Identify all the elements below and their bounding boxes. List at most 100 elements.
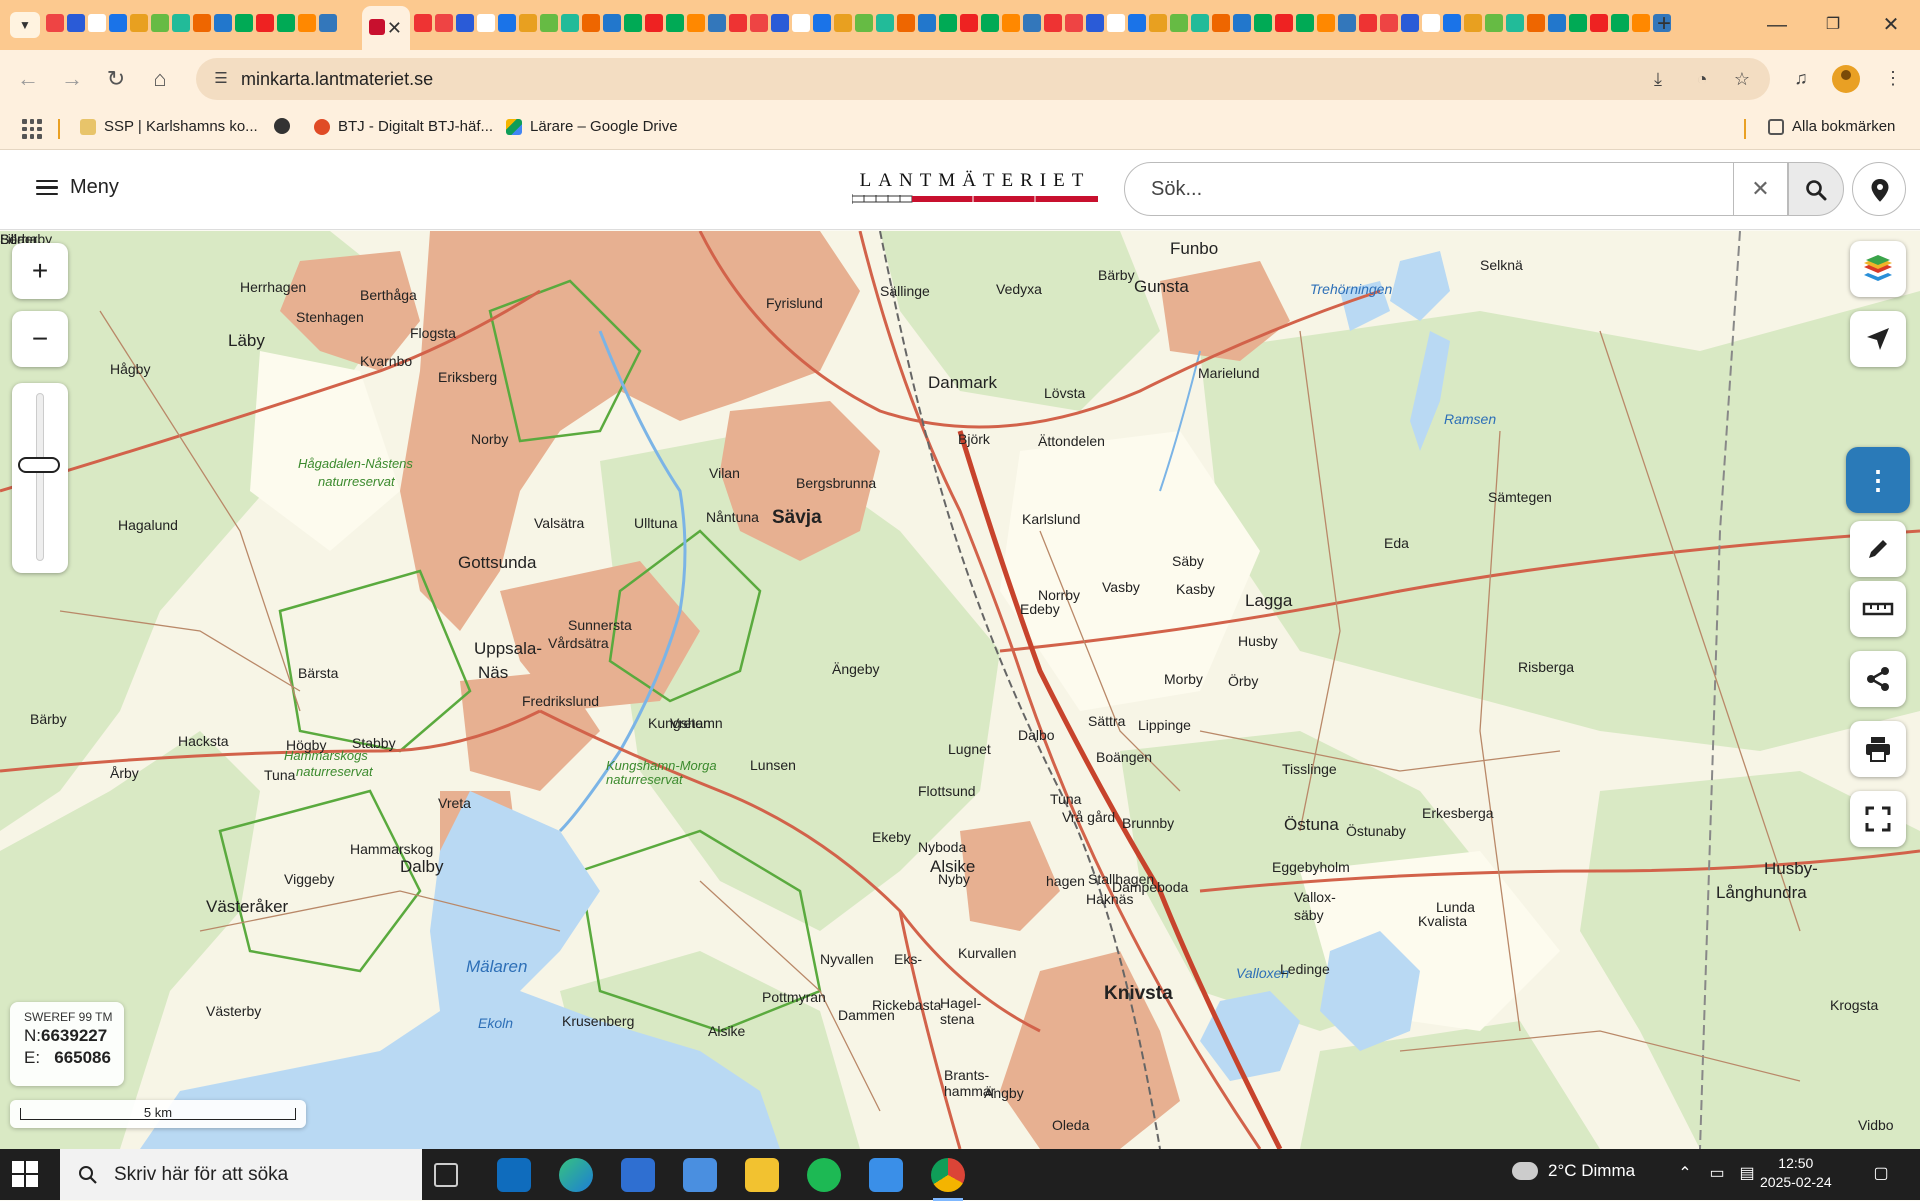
tab-favicon-icon[interactable] [645, 14, 663, 32]
notifications-icon[interactable]: ▢ [1870, 1163, 1892, 1185]
tab-favicon-icon[interactable] [1275, 14, 1293, 32]
zoom-in-button[interactable]: + [12, 243, 68, 299]
spotify-icon[interactable] [807, 1158, 841, 1192]
windows-start-icon[interactable] [12, 1161, 38, 1187]
close-window-icon[interactable]: ✕ [1876, 12, 1906, 38]
taskbar-clock[interactable]: 12:50 2025-02-24 [1760, 1154, 1832, 1192]
tab-favicon-icon[interactable] [1233, 14, 1251, 32]
tab-favicon-icon[interactable] [46, 14, 64, 32]
fullscreen-button[interactable] [1850, 791, 1906, 847]
tab-favicon-icon[interactable] [130, 14, 148, 32]
tab-favicon-icon[interactable] [960, 14, 978, 32]
tab-favicon-icon[interactable] [1170, 14, 1188, 32]
apps-grid-icon[interactable] [22, 119, 42, 139]
tab-favicon-icon[interactable] [918, 14, 936, 32]
tab-favicon-icon[interactable] [193, 14, 211, 32]
bookmark-globe[interactable] [274, 118, 290, 134]
tab-favicon-icon[interactable] [834, 14, 852, 32]
performance-icon[interactable]: ◔ [1690, 67, 1714, 91]
tab-favicon-icon[interactable] [561, 14, 579, 32]
bookmark-ssp[interactable]: SSP | Karlshamns ko... [80, 118, 258, 135]
network-icon[interactable]: ▤ [1736, 1163, 1758, 1185]
address-bar[interactable]: ☰ minkarta.lantmateriet.se ⤓ ◔ ☆ [196, 58, 1770, 100]
tab-favicon-icon[interactable] [1464, 14, 1482, 32]
tab-favicon-icon[interactable] [277, 14, 295, 32]
tab-favicon-icon[interactable] [1548, 14, 1566, 32]
search-input[interactable] [1149, 175, 1649, 203]
clear-search-button[interactable]: ✕ [1734, 162, 1788, 216]
tab-favicon-icon[interactable] [540, 14, 558, 32]
tab-favicon-icon[interactable] [477, 14, 495, 32]
tab-favicon-icon[interactable] [519, 14, 537, 32]
photos-icon[interactable] [869, 1158, 903, 1192]
close-tab-icon[interactable]: ✕ [387, 18, 402, 39]
print-button[interactable] [1850, 721, 1906, 777]
media-controls-icon[interactable]: ♫ [1788, 65, 1814, 91]
tab-favicon-icon[interactable] [813, 14, 831, 32]
tab-favicon-icon[interactable] [1086, 14, 1104, 32]
chevron-up-icon[interactable]: ⌃ [1674, 1163, 1696, 1185]
tab-favicon-icon[interactable] [1632, 14, 1650, 32]
navigate-button[interactable] [1850, 311, 1906, 367]
battery-icon[interactable]: ▭ [1706, 1163, 1728, 1185]
bookmark-google-drive[interactable]: Lärare – Google Drive [506, 118, 678, 135]
taskbar-search-box[interactable]: Skriv här för att söka [60, 1149, 422, 1200]
zoom-slider[interactable] [12, 383, 68, 573]
tab-favicon-icon[interactable] [1149, 14, 1167, 32]
site-info-icon[interactable]: ☰ [210, 68, 232, 90]
my-location-button[interactable] [1852, 162, 1906, 216]
tab-favicon-icon[interactable] [1527, 14, 1545, 32]
tab-favicon-icon[interactable] [214, 14, 232, 32]
bookmark-btj[interactable]: BTJ - Digitalt BTJ-häf... [314, 118, 493, 135]
zoom-out-button[interactable]: − [12, 311, 68, 367]
tab-favicon-icon[interactable] [88, 14, 106, 32]
tab-favicon-icon[interactable] [1380, 14, 1398, 32]
tab-favicon-icon[interactable] [1443, 14, 1461, 32]
install-app-icon[interactable]: ⤓ [1646, 67, 1670, 91]
tab-favicon-icon[interactable] [456, 14, 474, 32]
tab-favicon-icon[interactable] [1590, 14, 1608, 32]
search-button[interactable] [1788, 162, 1844, 216]
tab-favicon-icon[interactable] [298, 14, 316, 32]
tab-favicon-icon[interactable] [414, 14, 432, 32]
zoom-track[interactable] [36, 393, 44, 561]
tab-favicon-icon[interactable] [435, 14, 453, 32]
zoom-slider-thumb[interactable] [18, 457, 60, 473]
tab-favicon-icon[interactable] [67, 14, 85, 32]
store-icon[interactable] [621, 1158, 655, 1192]
tab-favicon-icon[interactable] [1317, 14, 1335, 32]
back-arrow-icon[interactable]: ← [14, 65, 42, 93]
new-tab-button[interactable]: + [1652, 12, 1676, 36]
tab-favicon-icon[interactable] [1422, 14, 1440, 32]
tab-favicon-icon[interactable] [708, 14, 726, 32]
menu-button[interactable]: Meny [36, 176, 119, 199]
outlook-icon[interactable] [497, 1158, 531, 1192]
tab-favicon-icon[interactable] [1023, 14, 1041, 32]
tab-lantmateriet[interactable]: ✕ [362, 6, 410, 50]
tab-favicon-icon[interactable] [1338, 14, 1356, 32]
tab-favicon-icon[interactable] [1569, 14, 1587, 32]
all-bookmarks-button[interactable]: Alla bokmärken [1768, 118, 1895, 135]
layers-button[interactable] [1850, 241, 1906, 297]
tab-favicon-icon[interactable] [1359, 14, 1377, 32]
tab-favicon-icon[interactable] [582, 14, 600, 32]
tab-favicon-icon[interactable] [256, 14, 274, 32]
tab-favicon-icon[interactable] [1296, 14, 1314, 32]
tab-favicon-icon[interactable] [687, 14, 705, 32]
task-view-icon[interactable] [434, 1163, 458, 1187]
tab-favicon-icon[interactable] [729, 14, 747, 32]
more-menu-icon[interactable]: ⋮ [1880, 65, 1906, 91]
home-icon[interactable]: ⌂ [146, 65, 174, 93]
reload-icon[interactable]: ↻ [102, 65, 130, 93]
draw-button[interactable] [1850, 521, 1906, 577]
more-tools-button[interactable]: ⋮ [1846, 447, 1910, 513]
tab-favicon-icon[interactable] [235, 14, 253, 32]
tab-favicon-icon[interactable] [792, 14, 810, 32]
tab-favicon-icon[interactable] [1212, 14, 1230, 32]
tab-favicon-icon[interactable] [1191, 14, 1209, 32]
edge-icon[interactable] [559, 1158, 593, 1192]
tab-favicon-icon[interactable] [1107, 14, 1125, 32]
bookmark-star-icon[interactable]: ☆ [1730, 67, 1754, 91]
tab-favicon-icon[interactable] [1506, 14, 1524, 32]
tab-favicon-icon[interactable] [981, 14, 999, 32]
